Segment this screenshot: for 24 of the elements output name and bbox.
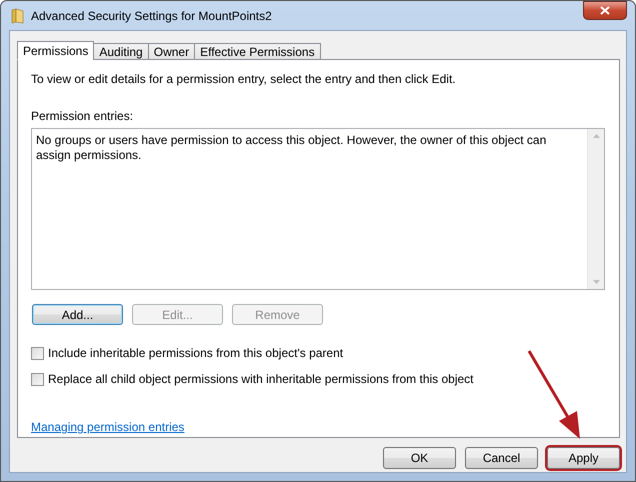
entry-button[interactable]: Add... xyxy=(32,304,123,325)
folder-icon xyxy=(11,8,25,24)
permission-entries-list[interactable]: No groups or users have permission to access this object. However, the owner of this object can assign permissions. xyxy=(31,128,605,290)
dialog-button[interactable]: OK xyxy=(383,447,456,469)
scroll-down-icon[interactable] xyxy=(592,280,600,284)
tab[interactable]: Owner xyxy=(148,43,196,60)
instructions-text: To view or edit details for a permission entry, select the entry and then click Edit. xyxy=(31,72,457,87)
checkbox-label: Include inheritable permissions from this object's parent xyxy=(48,346,344,361)
checkbox[interactable] xyxy=(31,373,44,386)
dialog-button[interactable]: Cancel xyxy=(465,447,538,469)
empty-list-message: No groups or users have permission to access this object. However, the owner of this object can assign permissions. xyxy=(35,132,548,164)
dialog-button[interactable]: Apply xyxy=(547,447,620,469)
checkbox[interactable] xyxy=(31,347,44,360)
entries-label: Permission entries: xyxy=(31,109,134,124)
tab[interactable]: Effective Permissions xyxy=(194,43,321,60)
checkbox-label: Replace all child object permissions with inheritable permissions from this object xyxy=(48,372,474,387)
scroll-up-icon[interactable] xyxy=(592,134,600,138)
help-link[interactable]: Managing permission entries xyxy=(31,420,184,434)
scrollbar[interactable] xyxy=(587,129,604,289)
tab[interactable]: Auditing xyxy=(93,43,149,60)
window-title: Advanced Security Settings for MountPoints2 xyxy=(31,8,272,22)
close-icon xyxy=(600,6,610,15)
close-button[interactable] xyxy=(583,1,627,20)
tab[interactable]: Permissions xyxy=(17,41,94,60)
